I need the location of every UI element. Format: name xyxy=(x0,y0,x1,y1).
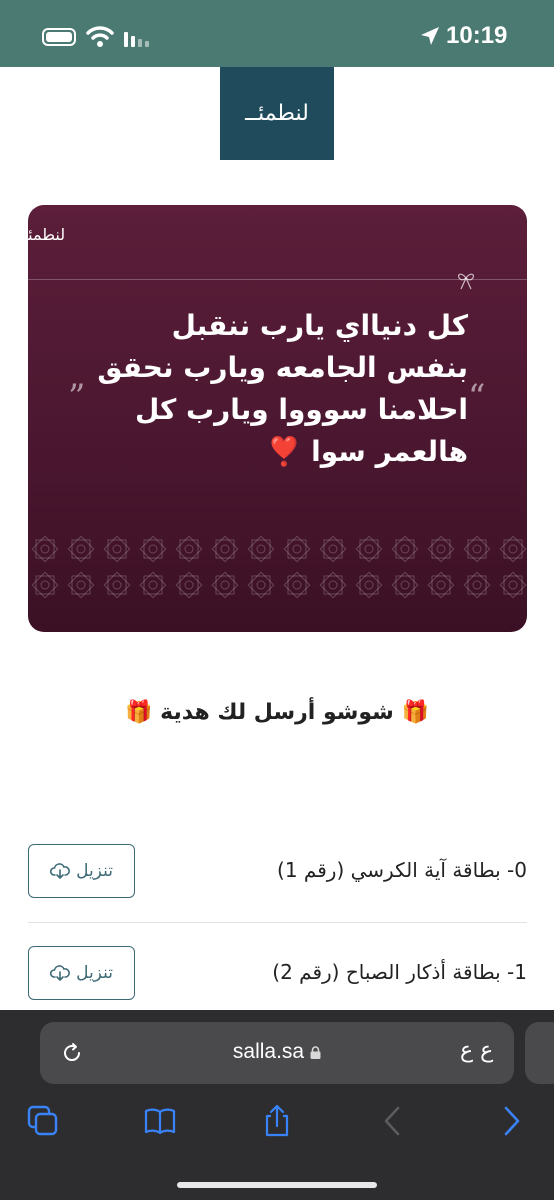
ornament-star xyxy=(175,571,203,599)
ornament-star xyxy=(355,535,383,563)
cloud-download-icon xyxy=(50,965,70,981)
ornament-star xyxy=(319,571,347,599)
ornament-star xyxy=(427,571,455,599)
text-size-button[interactable]: ع ع xyxy=(460,1038,493,1063)
cloud-download-icon xyxy=(50,863,70,879)
status-time: 10:19 xyxy=(446,22,508,49)
card-brand-text: لنطمئن xyxy=(28,225,66,244)
ornament-star xyxy=(355,571,383,599)
ornament-star xyxy=(247,571,275,599)
cellular-signal-icon xyxy=(124,32,149,47)
ornament-star xyxy=(211,535,239,563)
ornament-star xyxy=(211,571,239,599)
ornament-star xyxy=(67,535,95,563)
gift-title: 🎁 شوشو أرسل لك هدية 🎁 xyxy=(125,700,429,725)
ornament-star xyxy=(391,571,419,599)
forward-icon[interactable] xyxy=(494,1104,528,1138)
quote-open-mark: ” xyxy=(68,377,86,417)
lock-icon xyxy=(310,1046,321,1059)
row-divider xyxy=(28,922,527,923)
tabs-icon[interactable] xyxy=(26,1104,60,1138)
ornament-star xyxy=(463,535,491,563)
battery-icon xyxy=(42,28,76,46)
ornament-star xyxy=(499,535,527,563)
wifi-icon xyxy=(86,26,114,47)
gift-card: لنطمئن ” “ كل دنيااي يارب ننقبل بنفس الج… xyxy=(28,205,527,632)
card-brand: لنطمئن xyxy=(28,205,98,265)
ornament-star xyxy=(139,535,167,563)
bookmarks-icon[interactable] xyxy=(143,1104,177,1138)
ornament-star xyxy=(283,571,311,599)
ornament-star xyxy=(103,571,131,599)
ornament-star xyxy=(31,571,59,599)
ornament-star xyxy=(139,571,167,599)
quote-close-mark: “ xyxy=(468,377,486,417)
card-divider xyxy=(28,279,527,280)
download-button[interactable]: تنزيل xyxy=(28,844,135,898)
site-logo[interactable]: لنطمئــ xyxy=(220,67,334,160)
ornament-star xyxy=(283,535,311,563)
download-button-label: تنزيل xyxy=(76,861,113,881)
ornament-star xyxy=(31,535,59,563)
home-indicator xyxy=(177,1182,377,1188)
status-bar: 10:19 xyxy=(0,0,554,67)
ornament-star xyxy=(499,571,527,599)
ornament-star xyxy=(391,535,419,563)
download-label: 1- بطاقة أذكار الصباح (رقم 2) xyxy=(272,960,527,984)
ornament-star xyxy=(67,571,95,599)
ornament-star xyxy=(427,535,455,563)
address-bar[interactable]: salla.sa ع ع xyxy=(40,1022,514,1084)
download-label: 0- بطاقة آية الكرسي (رقم 1) xyxy=(277,858,527,882)
site-logo-text: لنطمئــ xyxy=(245,101,309,126)
ornament-star xyxy=(175,535,203,563)
ornament-star xyxy=(247,535,275,563)
download-button[interactable]: تنزيل xyxy=(28,946,135,1000)
browser-toolbar: salla.sa ع ع xyxy=(0,1010,554,1200)
ornament-star xyxy=(103,535,131,563)
back-icon[interactable] xyxy=(376,1104,410,1138)
share-icon[interactable] xyxy=(260,1104,294,1138)
location-arrow-icon xyxy=(421,27,439,45)
download-row: 0- بطاقة آية الكرسي (رقم 1) تنزيل xyxy=(28,844,527,900)
next-tab-peek[interactable] xyxy=(525,1022,554,1084)
ornament-pattern xyxy=(31,535,527,599)
download-button-label: تنزيل xyxy=(76,963,113,983)
address-text: salla.sa xyxy=(40,1040,514,1064)
card-message: كل دنيااي يارب ننقبل بنفس الجامعه ويارب … xyxy=(97,309,468,468)
ornament-star xyxy=(463,571,491,599)
url-text: salla.sa xyxy=(232,1040,305,1063)
download-row: 1- بطاقة أذكار الصباح (رقم 2) تنزيل xyxy=(28,946,527,1002)
bow-icon xyxy=(457,273,475,290)
ornament-star xyxy=(319,535,347,563)
